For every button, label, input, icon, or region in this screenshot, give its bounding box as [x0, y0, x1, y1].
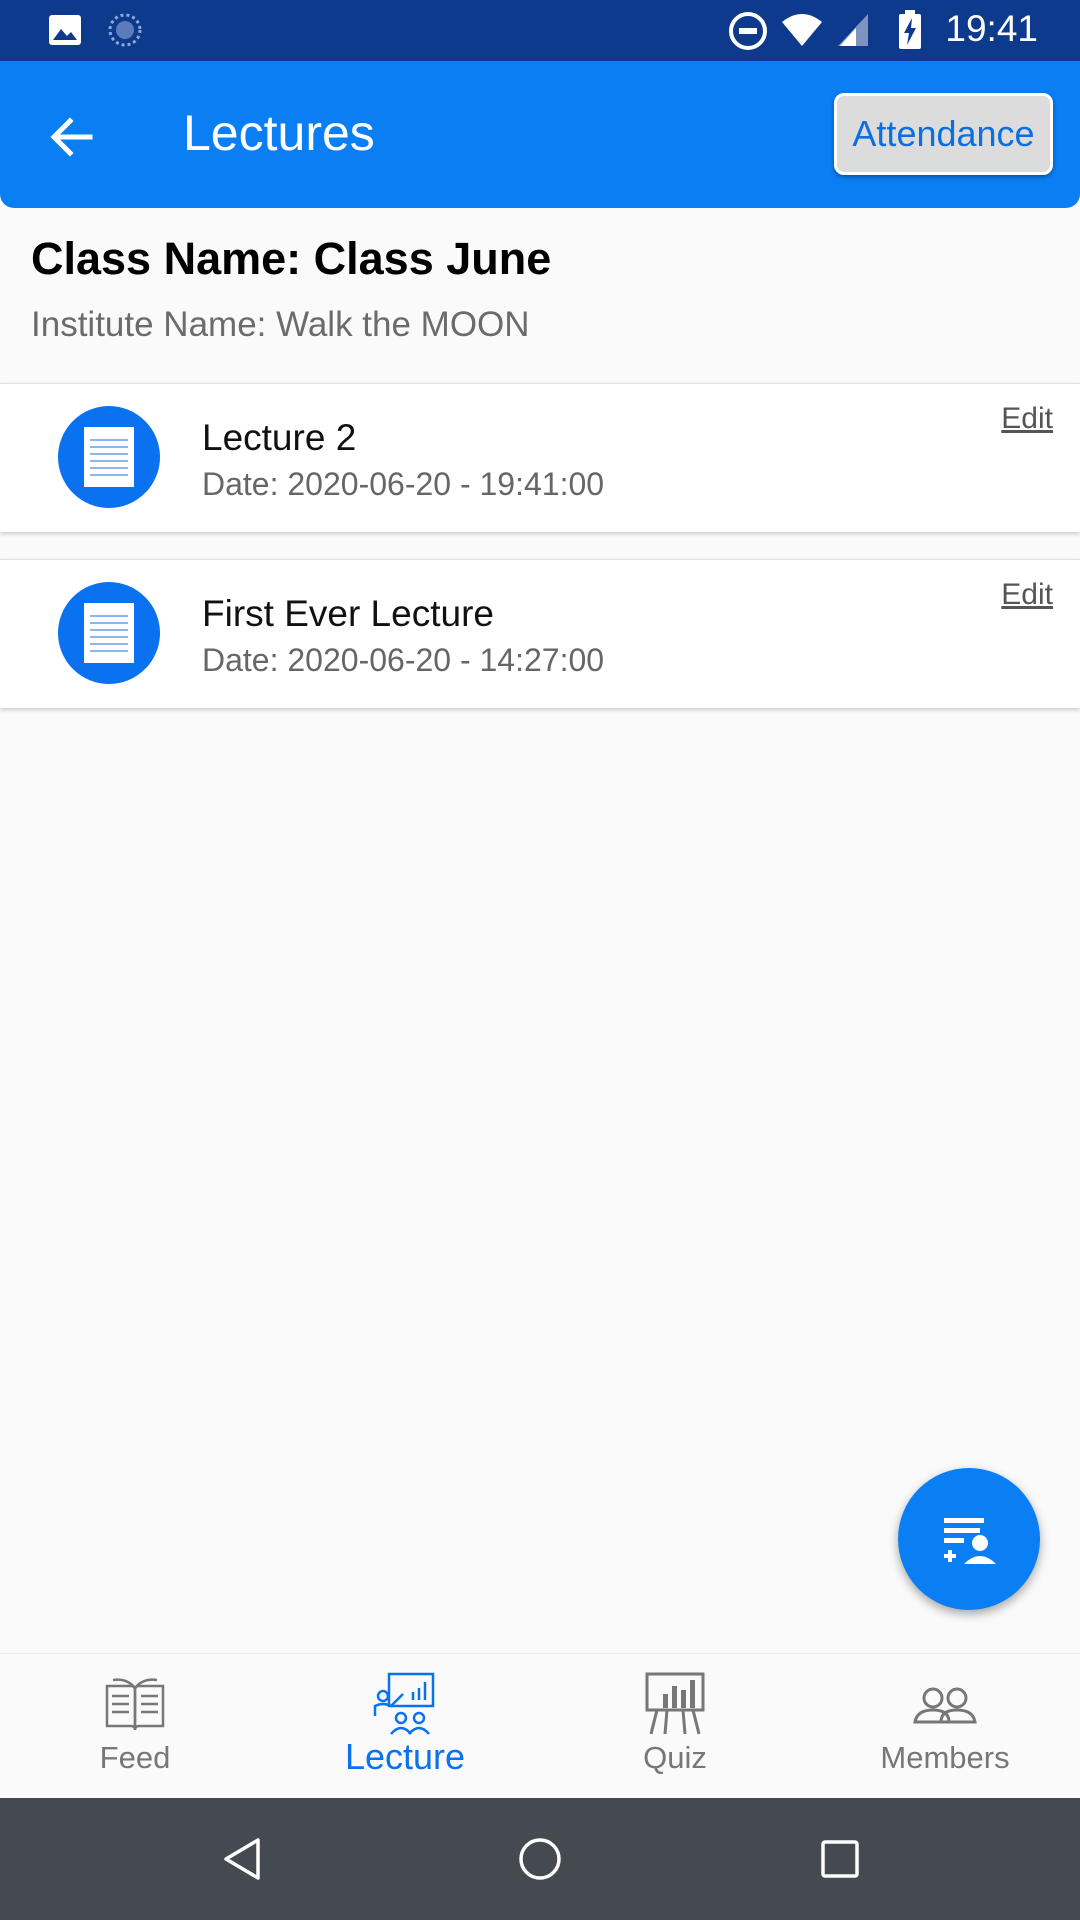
- people-icon: [913, 1687, 977, 1724]
- do-not-disturb-icon: [729, 12, 767, 50]
- back-triangle-icon[interactable]: [218, 1834, 268, 1884]
- nav-label: Feed: [99, 1740, 171, 1775]
- lecture-title: Lecture 2: [202, 417, 357, 458]
- lecture-date: Date: 2020-06-20 - 14:27:00: [202, 642, 605, 678]
- nav-item-feed[interactable]: Feed: [0, 1654, 270, 1799]
- signal-icon: [838, 14, 868, 46]
- presentation-icon: [373, 1672, 435, 1735]
- lecture-date: Date: 2020-06-20 - 19:41:00: [202, 466, 605, 502]
- nav-item-lecture[interactable]: Lecture: [270, 1654, 540, 1799]
- arrow-back-icon: [50, 117, 93, 157]
- bottom-nav: Feed Lecture Quiz Members: [0, 1653, 1080, 1799]
- page-title: Lectures: [183, 105, 375, 161]
- add-lecture-fab[interactable]: [898, 1468, 1040, 1610]
- add-lecture-icon: [944, 1518, 996, 1564]
- system-nav-bar: [0, 1798, 1080, 1920]
- nav-label: Quiz: [643, 1740, 707, 1775]
- status-bar: 19:41: [0, 0, 1080, 61]
- edit-link[interactable]: Edit: [1001, 402, 1053, 436]
- wifi-icon: [782, 14, 822, 46]
- institute-name: Institute Name: Walk the MOON: [31, 305, 530, 344]
- edit-link[interactable]: Edit: [1001, 578, 1053, 612]
- class-name: Class Name: Class June: [31, 233, 552, 284]
- document-icon: [58, 582, 160, 684]
- attendance-button[interactable]: Attendance: [834, 93, 1053, 175]
- lecture-card[interactable]: First Ever Lecture Date: 2020-06-20 - 14…: [0, 559, 1080, 708]
- lecture-title: First Ever Lecture: [202, 593, 494, 634]
- document-icon: [58, 406, 160, 508]
- book-icon: [105, 1678, 165, 1731]
- nav-label: Lecture: [344, 1736, 466, 1777]
- recents-square-icon[interactable]: [815, 1834, 865, 1884]
- chart-board-icon: [645, 1672, 705, 1735]
- image-icon: [49, 15, 81, 45]
- loading-icon: [108, 13, 142, 47]
- status-time: 19:41: [945, 8, 1038, 49]
- nav-item-members[interactable]: Members: [810, 1654, 1080, 1799]
- battery-charging-icon: [899, 10, 921, 49]
- lecture-card[interactable]: Lecture 2 Date: 2020-06-20 - 19:41:00 Ed…: [0, 383, 1080, 532]
- back-button[interactable]: [40, 105, 104, 169]
- nav-label: Members: [880, 1740, 1010, 1775]
- home-circle-icon[interactable]: [515, 1834, 565, 1884]
- nav-item-quiz[interactable]: Quiz: [540, 1654, 810, 1799]
- app-bar: Lectures Attendance: [0, 61, 1080, 208]
